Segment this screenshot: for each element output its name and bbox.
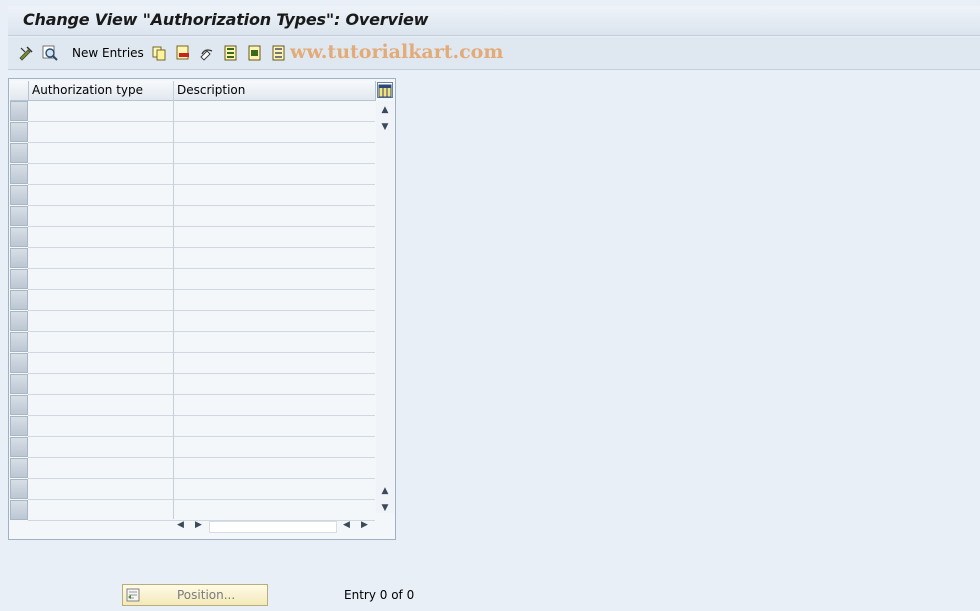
scroll-left-icon[interactable]: ◀ (177, 520, 184, 536)
page-down-icon[interactable]: ▼ (376, 120, 394, 134)
row-selector[interactable] (10, 395, 28, 415)
undo-change-icon[interactable] (199, 45, 215, 61)
table-row[interactable] (28, 226, 375, 227)
column-header-authorization-type[interactable]: Authorization type (29, 81, 175, 101)
row-selector[interactable] (10, 164, 28, 184)
row-selector[interactable] (10, 500, 28, 520)
column-settings-icon[interactable] (377, 82, 393, 98)
table-row[interactable] (28, 394, 375, 395)
table-row[interactable] (28, 331, 375, 332)
table-row[interactable] (28, 478, 375, 479)
table-row[interactable] (28, 205, 375, 206)
table-row[interactable] (28, 310, 375, 311)
entry-counter: Entry 0 of 0 (344, 588, 415, 602)
row-selector[interactable] (10, 311, 28, 331)
row-selector[interactable] (10, 437, 28, 457)
delete-icon[interactable] (175, 45, 191, 61)
table-row[interactable] (28, 436, 375, 437)
watermark-text: ww.tutorialkart.com (290, 41, 504, 63)
title-bar: Change View "Authorization Types": Overv… (8, 6, 980, 36)
table-row[interactable] (28, 121, 375, 122)
select-block-icon[interactable] (247, 45, 263, 61)
row-selector[interactable] (10, 143, 28, 163)
column-divider (173, 81, 174, 519)
table-row[interactable] (28, 289, 375, 290)
scroll-right-icon[interactable]: ▶ (195, 520, 202, 536)
column-header-description[interactable]: Description (174, 81, 376, 101)
select-all-rows-header[interactable] (10, 81, 29, 101)
table-row[interactable] (28, 142, 375, 143)
display-change-icon[interactable] (18, 45, 34, 61)
table-row[interactable] (28, 373, 375, 374)
vertical-scrollbar[interactable]: ▲ ▼ ▲ ▼ (376, 101, 394, 513)
row-selector[interactable] (10, 374, 28, 394)
row-selector[interactable] (10, 206, 28, 226)
row-selector[interactable] (10, 248, 28, 268)
row-selector[interactable] (10, 458, 28, 478)
deselect-all-icon[interactable] (271, 45, 287, 61)
row-selector[interactable] (10, 101, 28, 121)
scroll-down-icon[interactable]: ▼ (376, 501, 394, 515)
application-toolbar: New Entries ww.tutorialkart.com (8, 37, 980, 70)
table-row[interactable] (28, 499, 375, 500)
row-selector[interactable] (10, 185, 28, 205)
position-button-label: Position... (177, 588, 236, 602)
row-selector[interactable] (10, 290, 28, 310)
scroll-up-icon[interactable]: ▲ (376, 103, 394, 117)
table-row[interactable] (28, 415, 375, 416)
table-row[interactable] (28, 268, 375, 269)
row-selector[interactable] (10, 479, 28, 499)
table-control: Authorization type Description ▲ ▼ ▲ ▼ ◀… (8, 78, 396, 540)
table-row[interactable] (28, 457, 375, 458)
scroll-left-end-icon[interactable]: ◀ (343, 520, 350, 536)
position-icon (126, 588, 140, 602)
row-selector[interactable] (10, 332, 28, 352)
copy-icon[interactable] (151, 45, 167, 61)
page-title: Change View "Authorization Types": Overv… (23, 10, 429, 29)
row-selector[interactable] (10, 269, 28, 289)
page-up-icon[interactable]: ▲ (376, 484, 394, 498)
table-row[interactable] (28, 163, 375, 164)
row-selector[interactable] (10, 353, 28, 373)
horizontal-scroll-track[interactable] (209, 521, 337, 533)
row-selector[interactable] (10, 122, 28, 142)
new-entries-button[interactable]: New Entries (72, 46, 144, 60)
position-button[interactable]: Position... (122, 584, 268, 606)
table-row[interactable] (28, 184, 375, 185)
row-selector[interactable] (10, 416, 28, 436)
details-icon[interactable] (42, 45, 58, 61)
scroll-right-end-icon[interactable]: ▶ (361, 520, 368, 536)
row-selector[interactable] (10, 227, 28, 247)
table-row[interactable] (28, 352, 375, 353)
table-row[interactable] (28, 247, 375, 248)
select-all-icon[interactable] (223, 45, 239, 61)
